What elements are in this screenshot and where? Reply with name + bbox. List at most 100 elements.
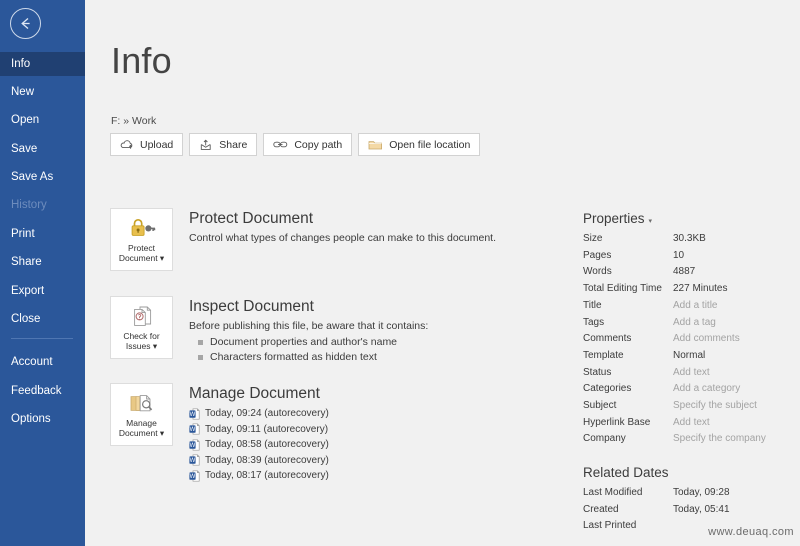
upload-button[interactable]: Upload <box>110 133 184 156</box>
inspect-finding-item: Document properties and author's name <box>189 335 428 350</box>
manage-document-section: Manage Document ▾ Manage Document W Today… <box>110 383 329 484</box>
property-value[interactable]: Add a category <box>673 381 740 398</box>
related-dates-pane: Related Dates Last Modified Today, 09:28 C… <box>583 465 798 535</box>
property-value[interactable]: Add text <box>673 365 710 382</box>
manage-document-button[interactable]: Manage Document ▾ <box>110 383 173 446</box>
manage-document-title: Manage Document <box>189 385 320 402</box>
sidebar-item-label: Account <box>11 356 53 368</box>
sidebar-item-info[interactable]: Info <box>0 52 85 76</box>
related-date-row: Last Modified Today, 09:28 <box>583 485 798 502</box>
related-dates-heading-label: Related Dates <box>583 465 669 480</box>
sidebar-item-label: Share <box>11 256 42 268</box>
property-label: Categories <box>583 383 632 395</box>
sidebar-item-share[interactable]: Share <box>0 250 85 274</box>
property-row: Categories Add a category <box>583 381 798 398</box>
autorecovery-version-label: Today, 09:11 (autorecovery) <box>205 423 329 435</box>
inspect-document-section: Check for Issues ▾ Inspect Document Befo… <box>110 296 428 365</box>
site-watermark: www.deuaq.com <box>708 526 794 538</box>
file-command-buttons: Upload Share Copy path Open file locatio… <box>110 133 481 156</box>
sidebar-item-feedback[interactable]: Feedback <box>0 379 85 403</box>
inspect-document-title: Inspect Document <box>189 298 314 315</box>
property-row: Size 30.3KB <box>583 231 798 248</box>
share-icon <box>199 139 213 151</box>
page-title: Info <box>111 40 172 81</box>
copy-path-button[interactable]: Copy path <box>263 133 353 156</box>
share-button[interactable]: Share <box>189 133 258 156</box>
autorecovery-version-list: W Today, 09:24 (autorecovery) W Today, 09:1… <box>189 406 329 484</box>
open-file-location-button-label: Open file location <box>389 138 471 151</box>
sidebar-item-open[interactable]: Open <box>0 108 85 132</box>
sidebar-item-close[interactable]: Close <box>0 307 85 331</box>
property-value[interactable]: Add text <box>673 415 710 432</box>
sidebar-item-save-as[interactable]: Save As <box>0 165 85 189</box>
inspect-finding-label: Document properties and author's name <box>210 336 398 348</box>
sidebar-divider <box>11 338 73 339</box>
property-label: Pages <box>583 249 612 261</box>
sidebar-item-export[interactable]: Export <box>0 279 85 303</box>
property-row: Company Specify the company <box>583 431 798 448</box>
manage-document-button-label: Manage Document ▾ <box>118 418 165 438</box>
related-date-label: Last Printed <box>583 520 637 532</box>
sidebar-item-label: Save As <box>11 171 54 183</box>
document-inspect-icon <box>128 303 156 329</box>
copy-path-button-label: Copy path <box>294 138 343 151</box>
backstage-main-pane: Info F: » Work Upload Share Copy path Op… <box>85 0 800 546</box>
sidebar-item-label: Open <box>11 114 40 126</box>
open-file-location-button[interactable]: Open file location <box>358 133 481 156</box>
word-doc-icon: W <box>189 408 200 420</box>
sidebar-item-print[interactable]: Print <box>0 222 85 246</box>
sidebar-item-label: Info <box>11 58 31 70</box>
property-value[interactable]: Add a title <box>673 298 717 315</box>
properties-heading[interactable]: Properties ▾ <box>583 211 798 226</box>
link-icon <box>273 139 288 150</box>
check-for-issues-button-label: Check for Issues ▾ <box>123 331 160 351</box>
protect-document-title: Protect Document <box>189 210 314 227</box>
check-for-issues-button[interactable]: Check for Issues ▾ <box>110 296 173 359</box>
sidebar-item-label: Export <box>11 285 45 297</box>
autorecovery-version-item[interactable]: W Today, 09:11 (autorecovery) <box>189 422 329 438</box>
property-value[interactable]: Add a tag <box>673 315 716 332</box>
svg-text:W: W <box>190 458 196 464</box>
related-date-value: Today, 09:28 <box>673 487 730 498</box>
related-dates-heading: Related Dates <box>583 465 798 480</box>
property-row: Status Add text <box>583 365 798 382</box>
sidebar-item-account[interactable]: Account <box>0 350 85 374</box>
sidebar-item-label: History <box>11 199 47 211</box>
sidebar-item-save[interactable]: Save <box>0 137 85 161</box>
bullet-square-icon <box>198 340 203 345</box>
sidebar-item-label: New <box>11 86 35 98</box>
sidebar-item-new[interactable]: New <box>0 80 85 104</box>
property-value[interactable]: Specify the company <box>673 431 766 448</box>
property-row: Tags Add a tag <box>583 315 798 332</box>
file-path-breadcrumb: F: » Work <box>111 115 157 127</box>
property-value: 30.3KB <box>673 233 706 244</box>
protect-document-button[interactable]: Protect Document ▾ <box>110 208 173 271</box>
back-arrow-icon[interactable] <box>10 8 41 39</box>
autorecovery-version-item[interactable]: W Today, 08:58 (autorecovery) <box>189 437 329 453</box>
share-button-label: Share <box>219 138 248 151</box>
word-doc-icon: W <box>189 439 200 451</box>
property-label: Company <box>583 433 626 445</box>
property-label: Template <box>583 349 624 361</box>
autorecovery-version-item[interactable]: W Today, 08:17 (autorecovery) <box>189 468 329 484</box>
protect-document-section: Protect Document ▾ Protect Document Cont… <box>110 208 496 271</box>
chevron-down-icon: ▾ <box>648 218 653 225</box>
autorecovery-version-item[interactable]: W Today, 09:24 (autorecovery) <box>189 406 329 422</box>
property-value[interactable]: Specify the subject <box>673 398 757 415</box>
related-date-value: Today, 05:41 <box>673 503 730 515</box>
property-label: Title <box>583 299 602 311</box>
inspect-finding-item: Characters formatted as hidden text <box>189 350 428 365</box>
bullet-square-icon <box>198 355 203 360</box>
word-backstage-info-screen: Info New Open Save Save As History Print Share E… <box>0 0 800 546</box>
property-label: Tags <box>583 316 605 328</box>
property-value[interactable]: Add comments <box>673 331 740 348</box>
autorecovery-version-item[interactable]: W Today, 08:39 (autorecovery) <box>189 453 329 469</box>
protect-document-button-label: Protect Document ▾ <box>118 243 165 263</box>
property-value: Normal <box>673 349 706 361</box>
sidebar-item-options[interactable]: Options <box>0 407 85 431</box>
inspect-finding-label: Characters formatted as hidden text <box>210 351 377 363</box>
property-label: Status <box>583 366 612 378</box>
properties-heading-label: Properties <box>583 211 645 226</box>
property-row: Subject Specify the subject <box>583 398 798 415</box>
property-row: Pages 10 <box>583 248 798 265</box>
